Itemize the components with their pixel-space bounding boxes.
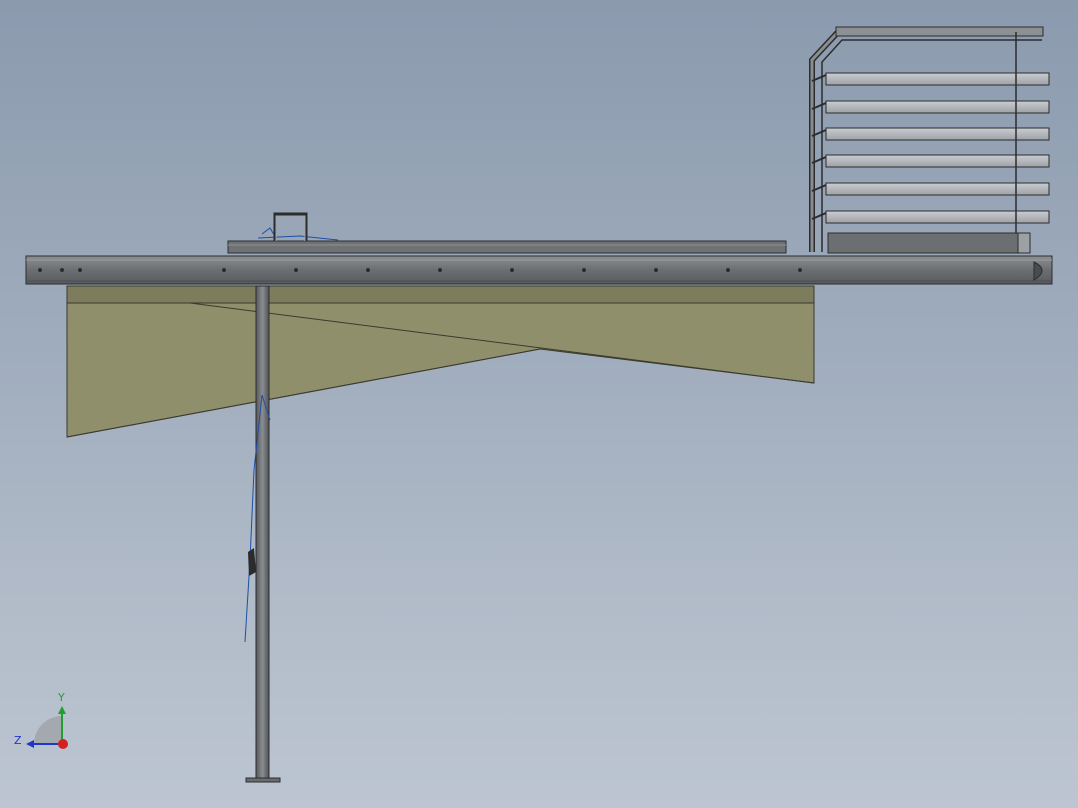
cable-clamp <box>248 548 256 576</box>
bolt-hole <box>78 268 82 272</box>
bolt-hole <box>222 268 226 272</box>
railing-slats <box>811 72 1050 224</box>
cad-viewport[interactable]: Y Z <box>0 0 1078 808</box>
triad-y-label: Y <box>57 691 65 704</box>
main-beam[interactable] <box>25 255 1053 285</box>
panel-face <box>66 302 815 438</box>
hanging-panel[interactable] <box>66 285 815 438</box>
bolt-hole <box>438 268 442 272</box>
deck-plate[interactable] <box>227 240 787 254</box>
deck-plate-body <box>227 240 787 254</box>
post-base-plate <box>245 777 281 783</box>
bolt-hole <box>582 268 586 272</box>
coordinate-triad-icon: Y Z <box>14 691 68 749</box>
triad-z-label: Z <box>14 734 22 747</box>
bolt-hole <box>654 268 658 272</box>
post-shaft <box>255 285 270 781</box>
railing-base-box <box>827 232 1019 254</box>
bolt-hole <box>38 268 42 272</box>
cable-top <box>257 235 339 241</box>
panel-top-band <box>66 285 815 304</box>
bolt-hole <box>294 268 298 272</box>
cad-model-scene[interactable]: Y Z <box>0 0 1078 808</box>
bolt-hole <box>726 268 730 272</box>
bolt-hole <box>60 268 64 272</box>
bolt-hole <box>366 268 370 272</box>
railing-unit[interactable] <box>809 26 1050 254</box>
railing-top-rail <box>835 26 1044 37</box>
bolt-hole <box>510 268 514 272</box>
bolt-hole <box>798 268 802 272</box>
